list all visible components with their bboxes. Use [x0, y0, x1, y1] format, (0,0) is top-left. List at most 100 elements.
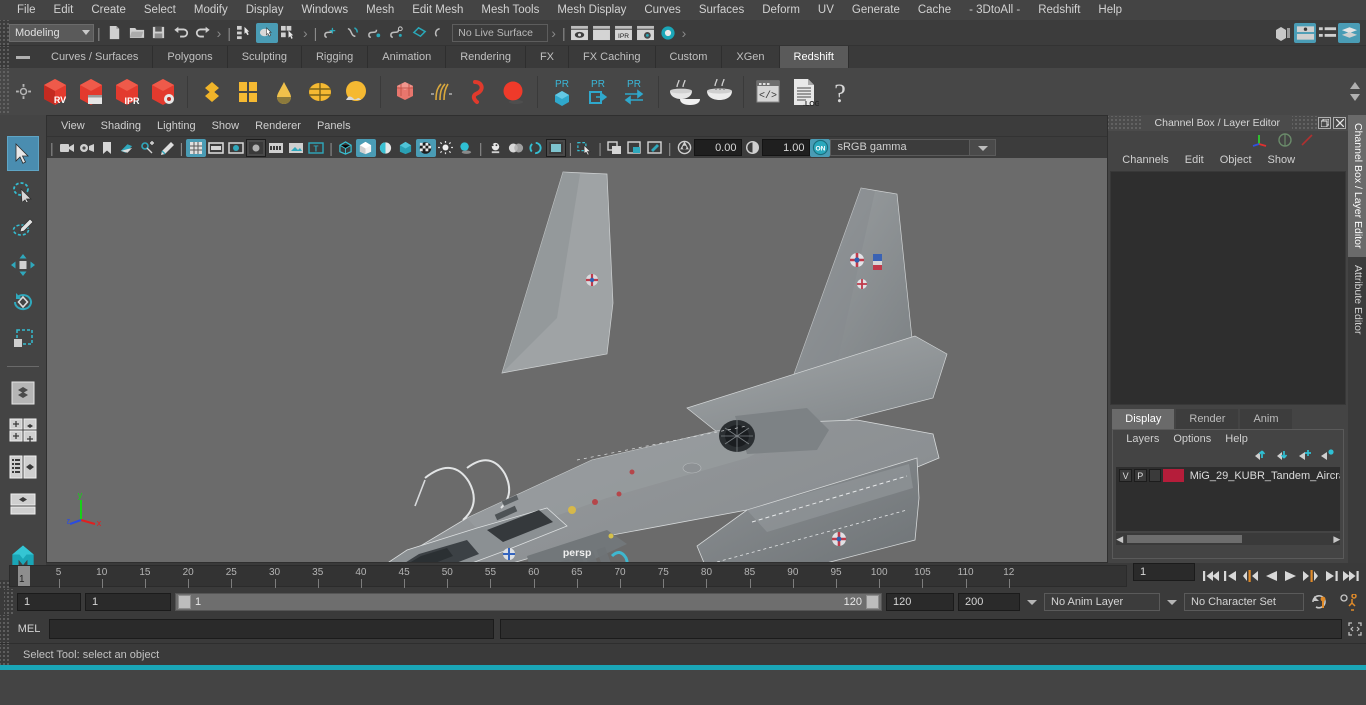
move-layer-up-icon[interactable]: [1253, 448, 1269, 461]
shadows-icon[interactable]: [456, 139, 476, 157]
hypershade-icon[interactable]: [657, 23, 679, 43]
redshift-sphere-icon[interactable]: [495, 72, 531, 112]
redshift-proxy-icon[interactable]: [194, 72, 230, 112]
dock-tab-attribute-editor[interactable]: Attribute Editor: [1348, 257, 1366, 342]
step-back-frame-icon[interactable]: [1241, 566, 1260, 586]
layer-shading-toggle[interactable]: [1148, 469, 1162, 482]
redshift-ipr-icon[interactable]: IPR: [109, 72, 145, 112]
textured-shading-icon[interactable]: [415, 138, 436, 157]
layer-row[interactable]: V P MiG_29_KUBR_Tandem_Aircra: [1116, 467, 1340, 484]
shelf-tab-xgen[interactable]: XGen: [722, 46, 780, 68]
viewport-menu-panels[interactable]: Panels: [309, 120, 359, 132]
close-window-button[interactable]: [1333, 117, 1347, 129]
menu-item-mesh[interactable]: Mesh: [357, 0, 403, 20]
lasso-select-tool[interactable]: [7, 173, 39, 208]
range-slider-grip[interactable]: [4, 589, 13, 615]
manipulator-icon[interactable]: [1278, 133, 1292, 147]
menu-item-redshift[interactable]: Redshift: [1029, 0, 1089, 20]
select-by-hierarchy-icon[interactable]: [234, 23, 256, 43]
command-line-grip[interactable]: [0, 615, 9, 643]
redshift-bake-all-icon[interactable]: [701, 72, 737, 112]
hud-text-icon[interactable]: T: [306, 139, 326, 157]
gamma-mode-field[interactable]: sRGB gamma: [830, 139, 971, 156]
shelf-menu-button[interactable]: [9, 46, 37, 68]
current-frame-field[interactable]: 1: [1133, 563, 1195, 581]
scale-tool[interactable]: [7, 321, 39, 356]
redshift-environment-icon[interactable]: [302, 72, 338, 112]
shelf-tab-animation[interactable]: Animation: [368, 46, 447, 68]
gamma-value[interactable]: 1.00: [762, 139, 811, 156]
layer-editor-tab-anim[interactable]: Anim: [1240, 409, 1292, 429]
viewport-menu-shading[interactable]: Shading: [93, 120, 149, 132]
shelf-icons-grip[interactable]: [0, 68, 9, 115]
redshift-pr-mesh-icon[interactable]: PR: [544, 72, 580, 112]
redshift-pr-export-icon[interactable]: PR: [580, 72, 616, 112]
render-settings-icon[interactable]: [635, 23, 657, 43]
show-hide-channel-box-icon[interactable]: [1338, 22, 1360, 43]
show-hide-tool-settings-icon[interactable]: [1316, 23, 1338, 43]
redshift-script-icon[interactable]: </>: [750, 72, 786, 112]
menu-set-selector[interactable]: Modeling: [9, 23, 94, 42]
playback-options-dropdown-arrow[interactable]: [1024, 593, 1040, 611]
status-line-grip[interactable]: [0, 20, 9, 45]
scroll-thumb[interactable]: [1127, 535, 1243, 543]
shelf-tab-fx[interactable]: FX: [526, 46, 570, 68]
redshift-sky-icon[interactable]: [338, 72, 374, 112]
axis-gizmo-icon[interactable]: [1252, 133, 1270, 147]
outliner-persp-layout[interactable]: [7, 449, 39, 484]
make-live-icon[interactable]: [430, 23, 452, 43]
layer-editor-tab-render[interactable]: Render: [1176, 409, 1239, 429]
exposure-value[interactable]: 0.00: [694, 139, 743, 156]
script-editor-icon[interactable]: [1344, 622, 1366, 636]
anim-start-field[interactable]: 1: [17, 593, 81, 611]
channel-box-menu-show[interactable]: Show: [1260, 154, 1304, 166]
film-gate-icon[interactable]: [206, 139, 226, 157]
new-scene-icon[interactable]: [104, 23, 126, 43]
viewport-menu-lighting[interactable]: Lighting: [149, 120, 204, 132]
snap-to-projected-center-icon[interactable]: [386, 23, 408, 43]
menu-item-edit-mesh[interactable]: Edit Mesh: [403, 0, 472, 20]
menu-item-create[interactable]: Create: [82, 0, 135, 20]
menu-item-mesh-tools[interactable]: Mesh Tools: [472, 0, 548, 20]
step-forward-frame-icon[interactable]: [1301, 566, 1320, 586]
animation-preferences-icon[interactable]: [1336, 592, 1362, 612]
shelf-tab-sculpting[interactable]: Sculpting: [228, 46, 302, 68]
select-by-object-icon[interactable]: [255, 22, 278, 43]
step-back-keyframe-icon[interactable]: [1221, 566, 1240, 586]
redshift-render-sequence-icon[interactable]: [73, 72, 109, 112]
time-slider-playhead[interactable]: 1: [18, 566, 30, 586]
redo-icon[interactable]: [192, 23, 214, 43]
menu-item-generate[interactable]: Generate: [843, 0, 909, 20]
image-display-icon[interactable]: [286, 139, 306, 157]
shelf-tab-rigging[interactable]: Rigging: [302, 46, 369, 68]
viewport-copy-into-icon[interactable]: [625, 139, 645, 157]
smooth-shading-icon[interactable]: [355, 138, 376, 157]
resolution-gate-icon[interactable]: [226, 139, 246, 157]
channel-box-body[interactable]: [1110, 171, 1347, 405]
color-management-toggle-icon[interactable]: ON: [810, 138, 831, 157]
go-to-end-icon[interactable]: [1341, 566, 1360, 586]
anim-layer-field[interactable]: No Anim Layer: [1044, 593, 1160, 611]
select-camera-icon[interactable]: [57, 139, 77, 157]
redshift-render-settings-icon[interactable]: [145, 72, 181, 112]
viewport-menu-show[interactable]: Show: [204, 120, 248, 132]
channel-box-menu-object[interactable]: Object: [1212, 154, 1260, 166]
layer-name[interactable]: MiG_29_KUBR_Tandem_Aircra: [1190, 470, 1341, 482]
menu-item-curves[interactable]: Curves: [635, 0, 689, 20]
shelf-tab-curves-surfaces[interactable]: Curves / Surfaces: [37, 46, 154, 68]
layer-visibility-toggle[interactable]: V: [1119, 469, 1132, 482]
menu-item-mesh-display[interactable]: Mesh Display: [548, 0, 635, 20]
menu-item-surfaces[interactable]: Surfaces: [690, 0, 753, 20]
move-tool[interactable]: [7, 247, 39, 282]
restore-window-button[interactable]: [1318, 117, 1332, 129]
channel-box-grip-right[interactable]: [1292, 116, 1319, 130]
wireframe-shading-icon[interactable]: [336, 139, 356, 157]
four-view-layout[interactable]: [7, 412, 39, 447]
layer-list-scrollbar[interactable]: ◀ ▶: [1116, 533, 1341, 545]
snap-to-point-icon[interactable]: [364, 23, 386, 43]
layer-editor-menu-layers[interactable]: Layers: [1119, 433, 1166, 445]
menu-item-windows[interactable]: Windows: [292, 0, 357, 20]
menu-item-3dtoall[interactable]: - 3DtoAll -: [960, 0, 1029, 20]
bookmark-icon[interactable]: [97, 139, 117, 157]
play-forwards-icon[interactable]: [1281, 566, 1300, 586]
